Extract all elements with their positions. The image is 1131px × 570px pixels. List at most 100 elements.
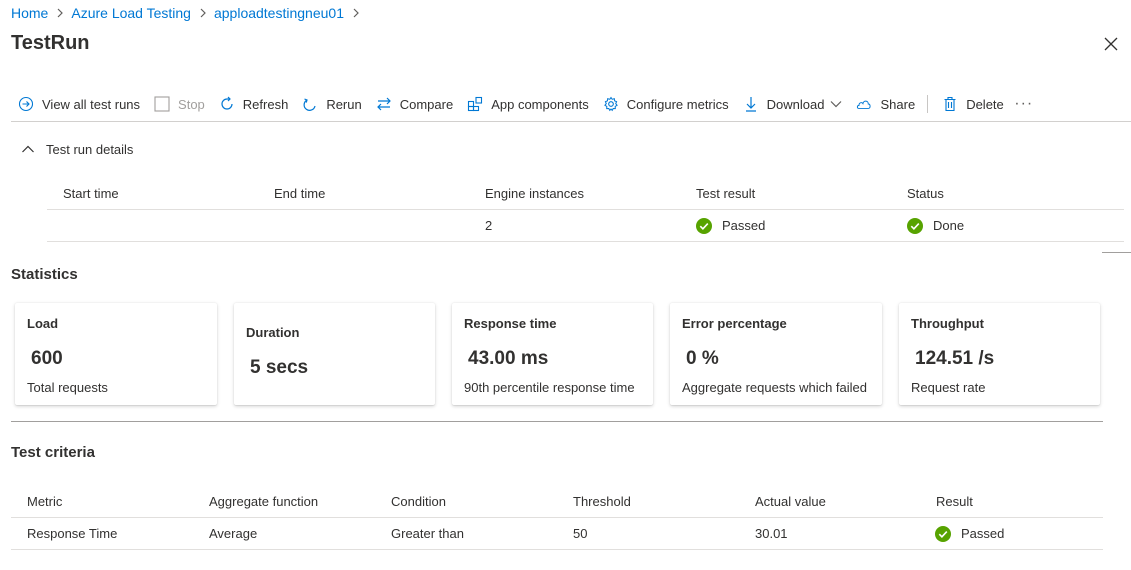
stat-card-throughput: Throughput 124.51 /s Request rate — [899, 303, 1100, 405]
more-options-button[interactable]: ··· — [1012, 90, 1036, 118]
view-all-test-runs-button[interactable]: View all test runs — [12, 90, 148, 118]
stat-subtitle: Aggregate requests which failed — [682, 380, 868, 395]
column-header: Actual value — [755, 494, 826, 509]
aggregate-cell: Average — [209, 526, 258, 541]
table-row: Response Time Average Greater than 50 30… — [11, 518, 1103, 550]
refresh-button[interactable]: Refresh — [213, 90, 297, 118]
toolbar-divider — [927, 95, 929, 113]
refresh-icon — [219, 96, 235, 112]
status-cell: Done — [891, 217, 1102, 234]
table-header-row: Metric Aggregate function Condition Thre… — [11, 486, 1103, 518]
rerun-label: Rerun — [326, 96, 362, 112]
trash-icon — [942, 96, 958, 112]
compare-button[interactable]: Compare — [370, 90, 461, 118]
table-row: 2 Passed Done — [47, 210, 1124, 242]
stop-label: Stop — [178, 96, 205, 112]
chevron-right-icon — [56, 8, 64, 18]
stat-title: Response time — [464, 316, 557, 331]
result-cell: Passed — [921, 525, 1103, 542]
stop-button[interactable]: Stop — [148, 90, 213, 118]
download-label: Download — [766, 96, 825, 112]
refresh-label: Refresh — [242, 96, 289, 112]
scroll-divider — [1102, 252, 1131, 253]
page-title: TestRun — [11, 32, 90, 54]
command-bar: View all test runs Stop Refresh Rerun Co… — [12, 90, 1036, 118]
threshold-cell: 50 — [573, 526, 588, 541]
result-label: Passed — [961, 526, 1005, 541]
compare-arrows-icon — [376, 96, 392, 112]
stat-title: Duration — [246, 325, 300, 340]
stat-value: 5 secs — [250, 357, 309, 378]
stat-subtitle: 90th percentile response time — [464, 380, 635, 395]
stat-value: 43.00 ms — [468, 348, 549, 369]
toolbar-divider-line — [11, 121, 1131, 122]
rerun-button[interactable]: Rerun — [296, 90, 369, 118]
compare-label: Compare — [399, 96, 454, 112]
stat-subtitle: Request rate — [911, 380, 986, 395]
column-header: End time — [274, 186, 326, 201]
share-label: Share — [880, 96, 916, 112]
column-header: Start time — [63, 186, 119, 201]
test-result-cell: Passed — [680, 217, 891, 234]
configure-metrics-button[interactable]: Configure metrics — [597, 90, 737, 118]
test-result-label: Passed — [722, 218, 766, 233]
chevron-down-icon — [830, 100, 842, 108]
breadcrumb-service[interactable]: Azure Load Testing — [71, 5, 191, 21]
breadcrumb-resource[interactable]: apploadtestingneu01 — [214, 5, 344, 21]
condition-cell: Greater than — [391, 526, 464, 541]
gear-icon — [603, 96, 619, 112]
status-label: Done — [933, 218, 965, 233]
stop-checkbox-icon — [154, 96, 170, 112]
chevron-right-icon — [199, 8, 207, 18]
stat-value: 600 — [31, 348, 63, 369]
test-criteria-heading: Test criteria — [11, 444, 95, 461]
stat-title: Error percentage — [682, 316, 787, 331]
test-run-details-label: Test run details — [46, 141, 134, 157]
test-run-details-toggle[interactable]: Test run details — [20, 141, 133, 157]
breadcrumb-home[interactable]: Home — [11, 5, 48, 21]
delete-label: Delete — [966, 96, 1004, 112]
stat-value: 0 % — [686, 348, 719, 369]
stat-card-duration: Duration 5 secs — [234, 303, 435, 405]
arrow-circle-right-icon — [18, 96, 34, 112]
rerun-icon — [302, 96, 318, 112]
column-header: Condition — [391, 494, 446, 509]
check-circle-icon — [907, 217, 923, 234]
stat-value: 124.51 /s — [915, 348, 995, 369]
table-header-row: Start time End time Engine instances Tes… — [47, 178, 1124, 210]
share-icon — [856, 96, 872, 112]
view-all-label: View all test runs — [42, 96, 141, 112]
section-divider — [11, 421, 1103, 422]
stat-title: Throughput — [911, 316, 984, 331]
stat-subtitle: Total requests — [27, 380, 108, 395]
chevron-up-icon — [20, 141, 36, 157]
engine-instances-cell: 2 — [485, 218, 493, 233]
download-icon — [743, 96, 759, 112]
column-header: Threshold — [573, 494, 631, 509]
configure-metrics-label: Configure metrics — [626, 96, 729, 112]
statistics-heading: Statistics — [11, 266, 78, 283]
column-header: Status — [907, 186, 944, 201]
column-header: Test result — [696, 186, 756, 201]
chevron-right-icon — [352, 8, 360, 18]
column-header: Metric — [27, 494, 63, 509]
test-criteria-table: Metric Aggregate function Condition Thre… — [11, 486, 1103, 550]
delete-button[interactable]: Delete — [936, 90, 1012, 118]
metric-cell: Response Time — [27, 526, 118, 541]
close-icon[interactable] — [1103, 36, 1119, 52]
check-circle-icon — [696, 217, 712, 234]
check-circle-icon — [935, 525, 951, 542]
breadcrumb: Home Azure Load Testing apploadtestingne… — [11, 4, 367, 22]
stat-card-error-percentage: Error percentage 0 % Aggregate requests … — [670, 303, 882, 405]
stat-card-response-time: Response time 43.00 ms 90th percentile r… — [452, 303, 653, 405]
column-header: Result — [936, 494, 973, 509]
test-run-details-table: Start time End time Engine instances Tes… — [47, 178, 1124, 242]
stat-card-load: Load 600 Total requests — [15, 303, 217, 405]
app-components-icon — [467, 96, 483, 112]
app-components-button[interactable]: App components — [461, 90, 597, 118]
app-components-label: App components — [491, 96, 589, 112]
column-header: Aggregate function — [209, 494, 319, 509]
stat-title: Load — [27, 316, 59, 331]
download-button[interactable]: Download — [737, 90, 851, 118]
share-button[interactable]: Share — [850, 90, 923, 118]
